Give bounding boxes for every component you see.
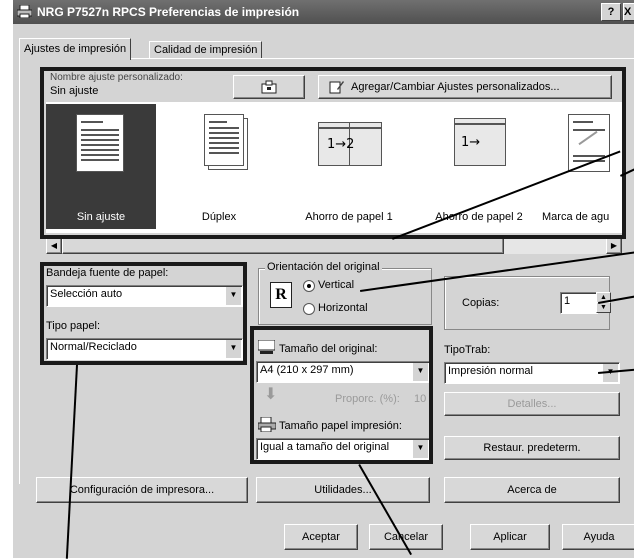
tab-print-quality[interactable]: Calidad de impresión — [149, 41, 263, 59]
about-button[interactable]: Acerca de — [444, 477, 620, 503]
copies-label: Copias: — [462, 297, 500, 309]
apply-button[interactable]: Aplicar — [470, 524, 550, 550]
job-type-label: TipoTrab: — [444, 344, 491, 356]
copies-input[interactable]: 1 — [560, 292, 598, 314]
callout-size — [250, 326, 433, 464]
job-type-select[interactable]: Impresión normal ▼ — [444, 362, 620, 384]
details-button[interactable]: Detalles... — [444, 392, 620, 416]
window-title: NRG P7527n RPCS Preferencias de impresió… — [37, 5, 300, 19]
help-title-button[interactable]: ? — [601, 3, 621, 21]
restore-defaults-button[interactable]: Restaur. predeterm. — [444, 436, 620, 460]
scroll-right-icon[interactable]: ▶ — [606, 238, 622, 254]
preset-scrollbar[interactable]: ◀ ▶ — [46, 238, 622, 254]
copies-value: 1 — [564, 295, 571, 307]
horizontal-label: Horizontal — [318, 302, 368, 314]
printer-configuration-button[interactable]: Configuración de impresora... — [36, 477, 248, 503]
orientation-legend: Orientación del original — [265, 261, 382, 273]
close-button[interactable]: X — [623, 3, 634, 21]
ok-button[interactable]: Aceptar — [284, 524, 358, 550]
vertical-label: Vertical — [318, 279, 355, 291]
callout-paper — [40, 262, 247, 365]
callout-presets — [40, 67, 626, 239]
tab-print-settings[interactable]: Ajustes de impresión — [19, 38, 132, 60]
printer-icon — [17, 5, 32, 18]
scrollbar-thumb[interactable] — [62, 238, 504, 254]
job-type-value: Impresión normal — [448, 365, 533, 377]
radio-vertical[interactable] — [303, 280, 315, 292]
help-button[interactable]: Ayuda — [562, 524, 634, 550]
utilities-button[interactable]: Utilidades... — [256, 477, 430, 503]
title-bar: NRG P7527n RPCS Preferencias de impresió… — [13, 0, 634, 24]
radio-horizontal[interactable] — [303, 303, 315, 315]
portrait-icon: R — [270, 282, 292, 308]
scroll-left-icon[interactable]: ◀ — [46, 238, 62, 254]
